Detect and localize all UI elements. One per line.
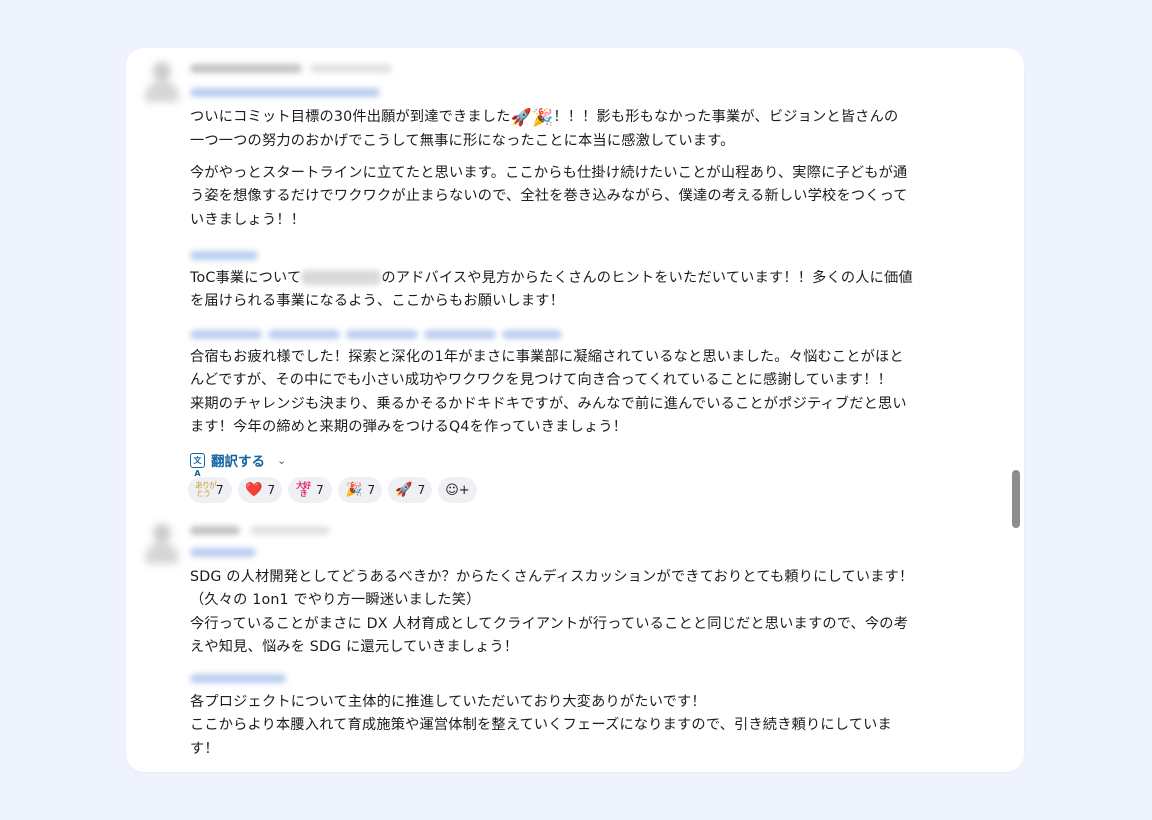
redacted-mention[interactable] bbox=[502, 330, 562, 339]
add-reaction-button[interactable]: ☺+ bbox=[438, 477, 477, 503]
thanks-text-icon: ありが とう bbox=[195, 481, 217, 498]
translate-label: 翻訳する bbox=[211, 454, 265, 470]
reaction-count: 7 bbox=[267, 483, 276, 497]
party-popper-icon: 🎉 bbox=[345, 482, 363, 498]
chevron-down-icon: ⌄ bbox=[277, 453, 287, 467]
redacted-mention[interactable] bbox=[190, 251, 258, 260]
redacted-mention[interactable] bbox=[190, 88, 380, 97]
rocket-icon: 🚀 bbox=[395, 482, 413, 498]
reaction-rocket[interactable]: 🚀 7 bbox=[388, 477, 433, 503]
reaction-party[interactable]: 🎉 7 bbox=[338, 477, 383, 503]
message-paragraph: 合宿もお疲れ様でした！探索と深化の1年がまさに事業部に凝縮されているなと思いまし… bbox=[190, 349, 907, 436]
translate-icon: 文A bbox=[190, 452, 205, 478]
redacted-mention[interactable] bbox=[190, 674, 286, 683]
redacted-mention[interactable] bbox=[268, 330, 340, 339]
reaction-count: 7 bbox=[216, 483, 224, 497]
redacted-mention[interactable] bbox=[190, 330, 262, 339]
redacted-mention[interactable] bbox=[424, 330, 496, 339]
message-card: ついにコミット目標の30件出願が到達できました🚀🎉！！！影も形もなかった事業が、… bbox=[126, 48, 1024, 772]
add-emoji-icon: ☺+ bbox=[445, 482, 470, 498]
reaction-heart[interactable]: ❤️ 7 bbox=[238, 477, 283, 503]
redacted-timestamp bbox=[250, 526, 330, 535]
rocket-party-emoji: 🚀🎉 bbox=[510, 108, 554, 128]
message-paragraph: 各プロジェクトについて主体的に推進していただいており大変ありがたいです！ ここか… bbox=[190, 694, 892, 757]
redacted-author-name[interactable] bbox=[190, 526, 240, 535]
message-paragraph: 今がやっとスタートラインに立てたと思います。ここからも仕掛け続けたいことが山程あ… bbox=[190, 165, 908, 228]
message-paragraph: SDG の人材開発としてどうあるべきか？からたくさんディスカッションができており… bbox=[190, 569, 914, 656]
reaction-count: 7 bbox=[316, 483, 324, 497]
redacted-mention[interactable] bbox=[346, 330, 418, 339]
reaction-love[interactable]: 大好 き 7 bbox=[288, 477, 333, 503]
message-paragraph: ついにコミット目標の30件出願が到達できました🚀🎉！！！影も形もなかった事業が、… bbox=[190, 108, 899, 150]
scrollbar-thumb[interactable] bbox=[1012, 470, 1020, 528]
avatar[interactable] bbox=[142, 520, 182, 566]
redacted-mention[interactable] bbox=[190, 548, 256, 557]
translate-button[interactable]: 文A 翻訳する ⌄ bbox=[190, 450, 287, 478]
reaction-count: 7 bbox=[367, 483, 376, 497]
reaction-bar: ありが とう 7 ❤️ 7 大好 き 7 🎉 7 🚀 7 ☺+ bbox=[188, 477, 477, 503]
redacted-author-name[interactable] bbox=[190, 64, 302, 73]
redacted-name bbox=[301, 270, 382, 285]
message-paragraph: ToC事業について のアドバイスや見方からたくさんのヒントをいただいています！！多… bbox=[190, 270, 913, 310]
reaction-thanks[interactable]: ありが とう 7 bbox=[188, 477, 232, 503]
redacted-timestamp bbox=[310, 64, 392, 73]
avatar[interactable] bbox=[142, 58, 182, 104]
love-text-icon: 大好 き bbox=[296, 481, 311, 498]
heart-icon: ❤️ bbox=[245, 482, 263, 498]
reaction-count: 7 bbox=[417, 483, 426, 497]
